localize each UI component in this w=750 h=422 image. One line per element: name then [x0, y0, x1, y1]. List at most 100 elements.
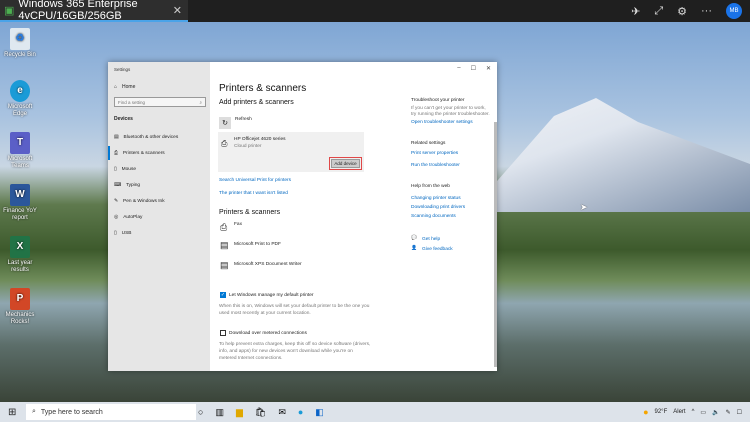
nav-printers[interactable]: ⎙ Printers & scanners: [108, 146, 210, 160]
settings-gear-icon[interactable]: ⚙: [677, 5, 687, 18]
mail-icon[interactable]: ✉: [278, 407, 286, 418]
settings-sidebar: Settings ⌂ Home Find a setting ⌕ Devices ▤…: [108, 62, 210, 371]
close-tab-icon[interactable]: ✕: [173, 4, 182, 17]
home-icon: ⌂: [114, 84, 118, 90]
pdf-printer-icon: ▤: [220, 240, 229, 250]
edge-icon[interactable]: ●: [298, 407, 303, 417]
get-help-link[interactable]: Get help: [422, 237, 440, 242]
get-help-icon: 💬: [411, 236, 417, 241]
run-troubleshooter-link[interactable]: Run the troubleshooter: [411, 163, 460, 168]
troubleshoot-desc: If you can't get your printer to work,: [411, 106, 486, 111]
print-server-link[interactable]: Print server properties: [411, 151, 458, 156]
session-title: Windows 365 Enterprise 4vCPU/16GB/256GB: [18, 0, 138, 22]
search-universal-print-link[interactable]: Search Universal Print for printers: [219, 178, 291, 183]
help-web-heading: Help from the web: [411, 184, 450, 189]
weather-temp[interactable]: 92°F: [655, 409, 668, 415]
session-tab[interactable]: ▣ Windows 365 Enterprise 4vCPU/16GB/256G…: [0, 0, 188, 22]
network-icon[interactable]: ▭: [700, 409, 706, 416]
close-button[interactable]: ✕: [486, 65, 491, 72]
nav-usb[interactable]: ▯ USB: [108, 226, 210, 240]
default-printer-desc: used most recently at your current locat…: [219, 311, 311, 316]
desktop-icon-excel[interactable]: X Last year results: [2, 236, 38, 274]
autoplay-icon: ◎: [114, 214, 119, 220]
fax-icon: ⎙: [220, 222, 228, 232]
find-setting-input[interactable]: Find a setting ⌕: [114, 97, 206, 107]
troubleshoot-desc: try running the printer troubleshooter.: [411, 112, 490, 117]
metered-desc: To help prevent extra charges, keep this…: [219, 342, 371, 347]
mouse-icon: ▯: [114, 166, 117, 172]
related-settings-heading: Related settings: [411, 141, 446, 146]
weather-icon: ●: [643, 407, 649, 417]
settings-window: Settings ⌂ Home Find a setting ⌕ Devices ▤…: [108, 62, 497, 371]
troubleshoot-heading: Troubleshoot your printer: [411, 98, 465, 103]
search-icon: ⌕: [199, 100, 202, 105]
taskbar: ⊞ ⌕ Type here to search ○ ▥ ▆ 🛍 ✉ ● ◧ ● 9…: [0, 402, 750, 422]
cortana-icon[interactable]: ○: [198, 407, 203, 417]
store-icon[interactable]: 🛍: [255, 407, 266, 418]
nav-mouse[interactable]: ▯ Mouse: [108, 162, 210, 176]
printer-icon: ⎙: [114, 151, 118, 156]
help-link[interactable]: Downloading print drivers: [411, 205, 465, 210]
outlook-icon[interactable]: ◧: [315, 407, 324, 418]
mouse-cursor: ➤: [580, 202, 588, 212]
taskbar-search[interactable]: ⌕ Type here to search: [26, 404, 196, 420]
window-title: Settings: [114, 67, 131, 72]
desktop-icon-word[interactable]: W Finance YoY report: [2, 184, 38, 222]
file-explorer-icon[interactable]: ▆: [236, 407, 243, 418]
give-feedback-link[interactable]: Give feedback: [422, 247, 453, 252]
cloud-printer-icon: ⎙: [221, 139, 228, 148]
printer-item[interactable]: Microsoft Print to PDF: [234, 242, 281, 247]
nav-bluetooth[interactable]: ▤ Bluetooth & other devices: [108, 130, 210, 144]
printer-not-listed-link[interactable]: The printer that I want isn't listed: [219, 191, 288, 196]
bluetooth-icon: ▤: [114, 134, 119, 140]
desktop-icon-recycle-bin[interactable]: ♻ Recycle Bin: [2, 28, 38, 59]
desktop-icon-edge[interactable]: e Microsoft Edge: [2, 80, 38, 118]
refresh-label: Refresh: [235, 117, 252, 122]
refresh-icon: ↻: [222, 120, 228, 127]
weather-alert[interactable]: Alert: [673, 409, 685, 415]
scrollbar[interactable]: [494, 122, 497, 367]
printer-item[interactable]: Microsoft XPS Document Writer: [234, 262, 302, 267]
add-heading: Add printers & scanners: [219, 99, 294, 106]
help-link[interactable]: Changing printer status: [411, 196, 461, 201]
task-view-icon[interactable]: ▥: [215, 407, 224, 418]
chevron-up-icon[interactable]: ^: [692, 409, 695, 415]
xps-printer-icon: ▤: [220, 260, 229, 270]
expand-icon[interactable]: ⤢: [654, 5, 663, 18]
desktop-icon-powerpoint[interactable]: P Mechanics Rocks!: [2, 288, 38, 326]
nav-typing[interactable]: ⌨ Typing: [108, 178, 210, 192]
maximize-button[interactable]: ☐: [471, 65, 476, 72]
metered-desc: metered Internet connections.: [219, 356, 283, 361]
volume-icon[interactable]: 🔈: [712, 409, 719, 416]
help-link[interactable]: Scanning documents: [411, 214, 456, 219]
default-printer-desc: When this is on, Windows will set your d…: [219, 304, 370, 309]
pin-icon[interactable]: ✈: [631, 5, 640, 18]
nav-home[interactable]: ⌂ Home: [114, 84, 135, 90]
open-troubleshooter-link[interactable]: Open troubleshooter settings: [411, 120, 473, 125]
page-title: Printers & scanners: [219, 83, 307, 94]
nav-pen[interactable]: ✎ Pen & Windows Ink: [108, 194, 210, 208]
default-printer-checkbox[interactable]: ✓: [220, 292, 226, 298]
keyboard-icon: ⌨: [114, 182, 121, 188]
avatar[interactable]: MB: [726, 3, 742, 19]
add-device-button[interactable]: Add device: [329, 157, 362, 170]
pen-icon: ✎: [114, 198, 119, 204]
metered-checkbox[interactable]: [220, 330, 226, 336]
notifications-icon[interactable]: ☐: [737, 409, 742, 416]
printer-name: HP Officejet 4620 series: [234, 137, 286, 142]
minimize-button[interactable]: –: [457, 65, 460, 72]
printer-item[interactable]: Fax: [234, 222, 242, 227]
printer-type: Cloud printer: [234, 144, 262, 149]
pen-icon[interactable]: ✎: [726, 409, 731, 416]
more-icon[interactable]: ···: [701, 5, 712, 17]
refresh-button[interactable]: ↻: [219, 117, 231, 129]
remote-session-bar: ▣ Windows 365 Enterprise 4vCPU/16GB/256G…: [0, 0, 750, 22]
desktop-icon-teams[interactable]: T Microsoft Teams: [2, 132, 38, 170]
metered-label: Download over metered connections: [229, 331, 307, 336]
nav-autoplay[interactable]: ◎ AutoPlay: [108, 210, 210, 224]
section-heading: Devices: [114, 116, 133, 122]
feedback-icon: 👤: [411, 246, 417, 251]
usb-icon: ▯: [114, 230, 117, 236]
start-icon[interactable]: ⊞: [8, 407, 16, 418]
printers-list-heading: Printers & scanners: [219, 209, 281, 216]
